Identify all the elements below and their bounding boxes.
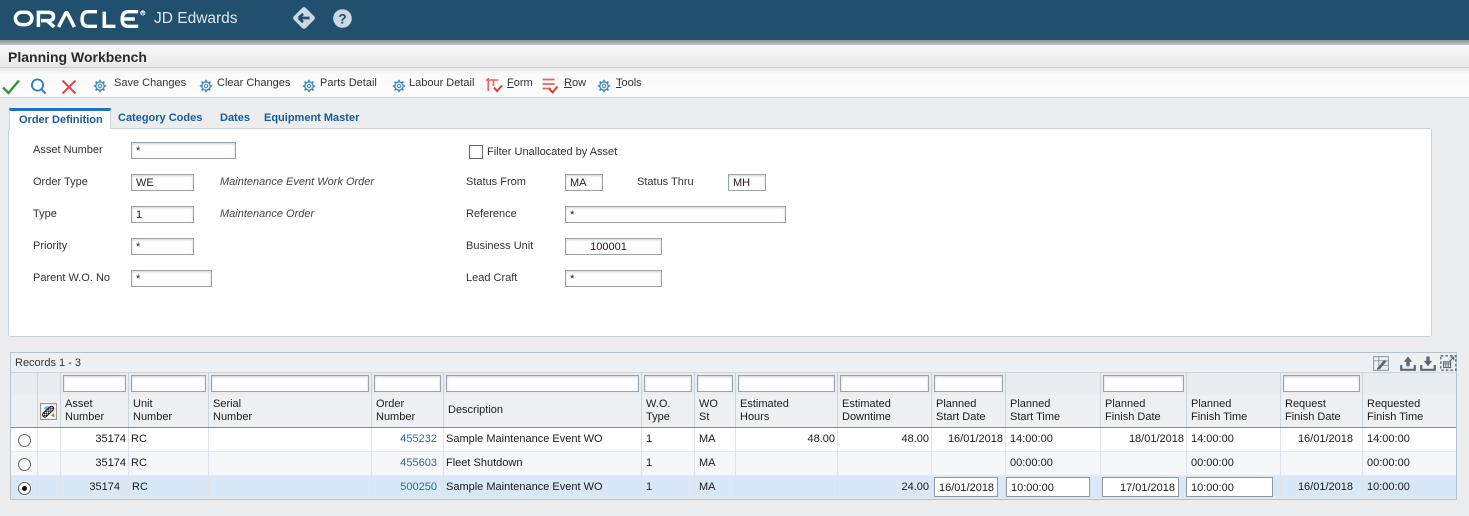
svg-text:?: ? [338,11,346,26]
